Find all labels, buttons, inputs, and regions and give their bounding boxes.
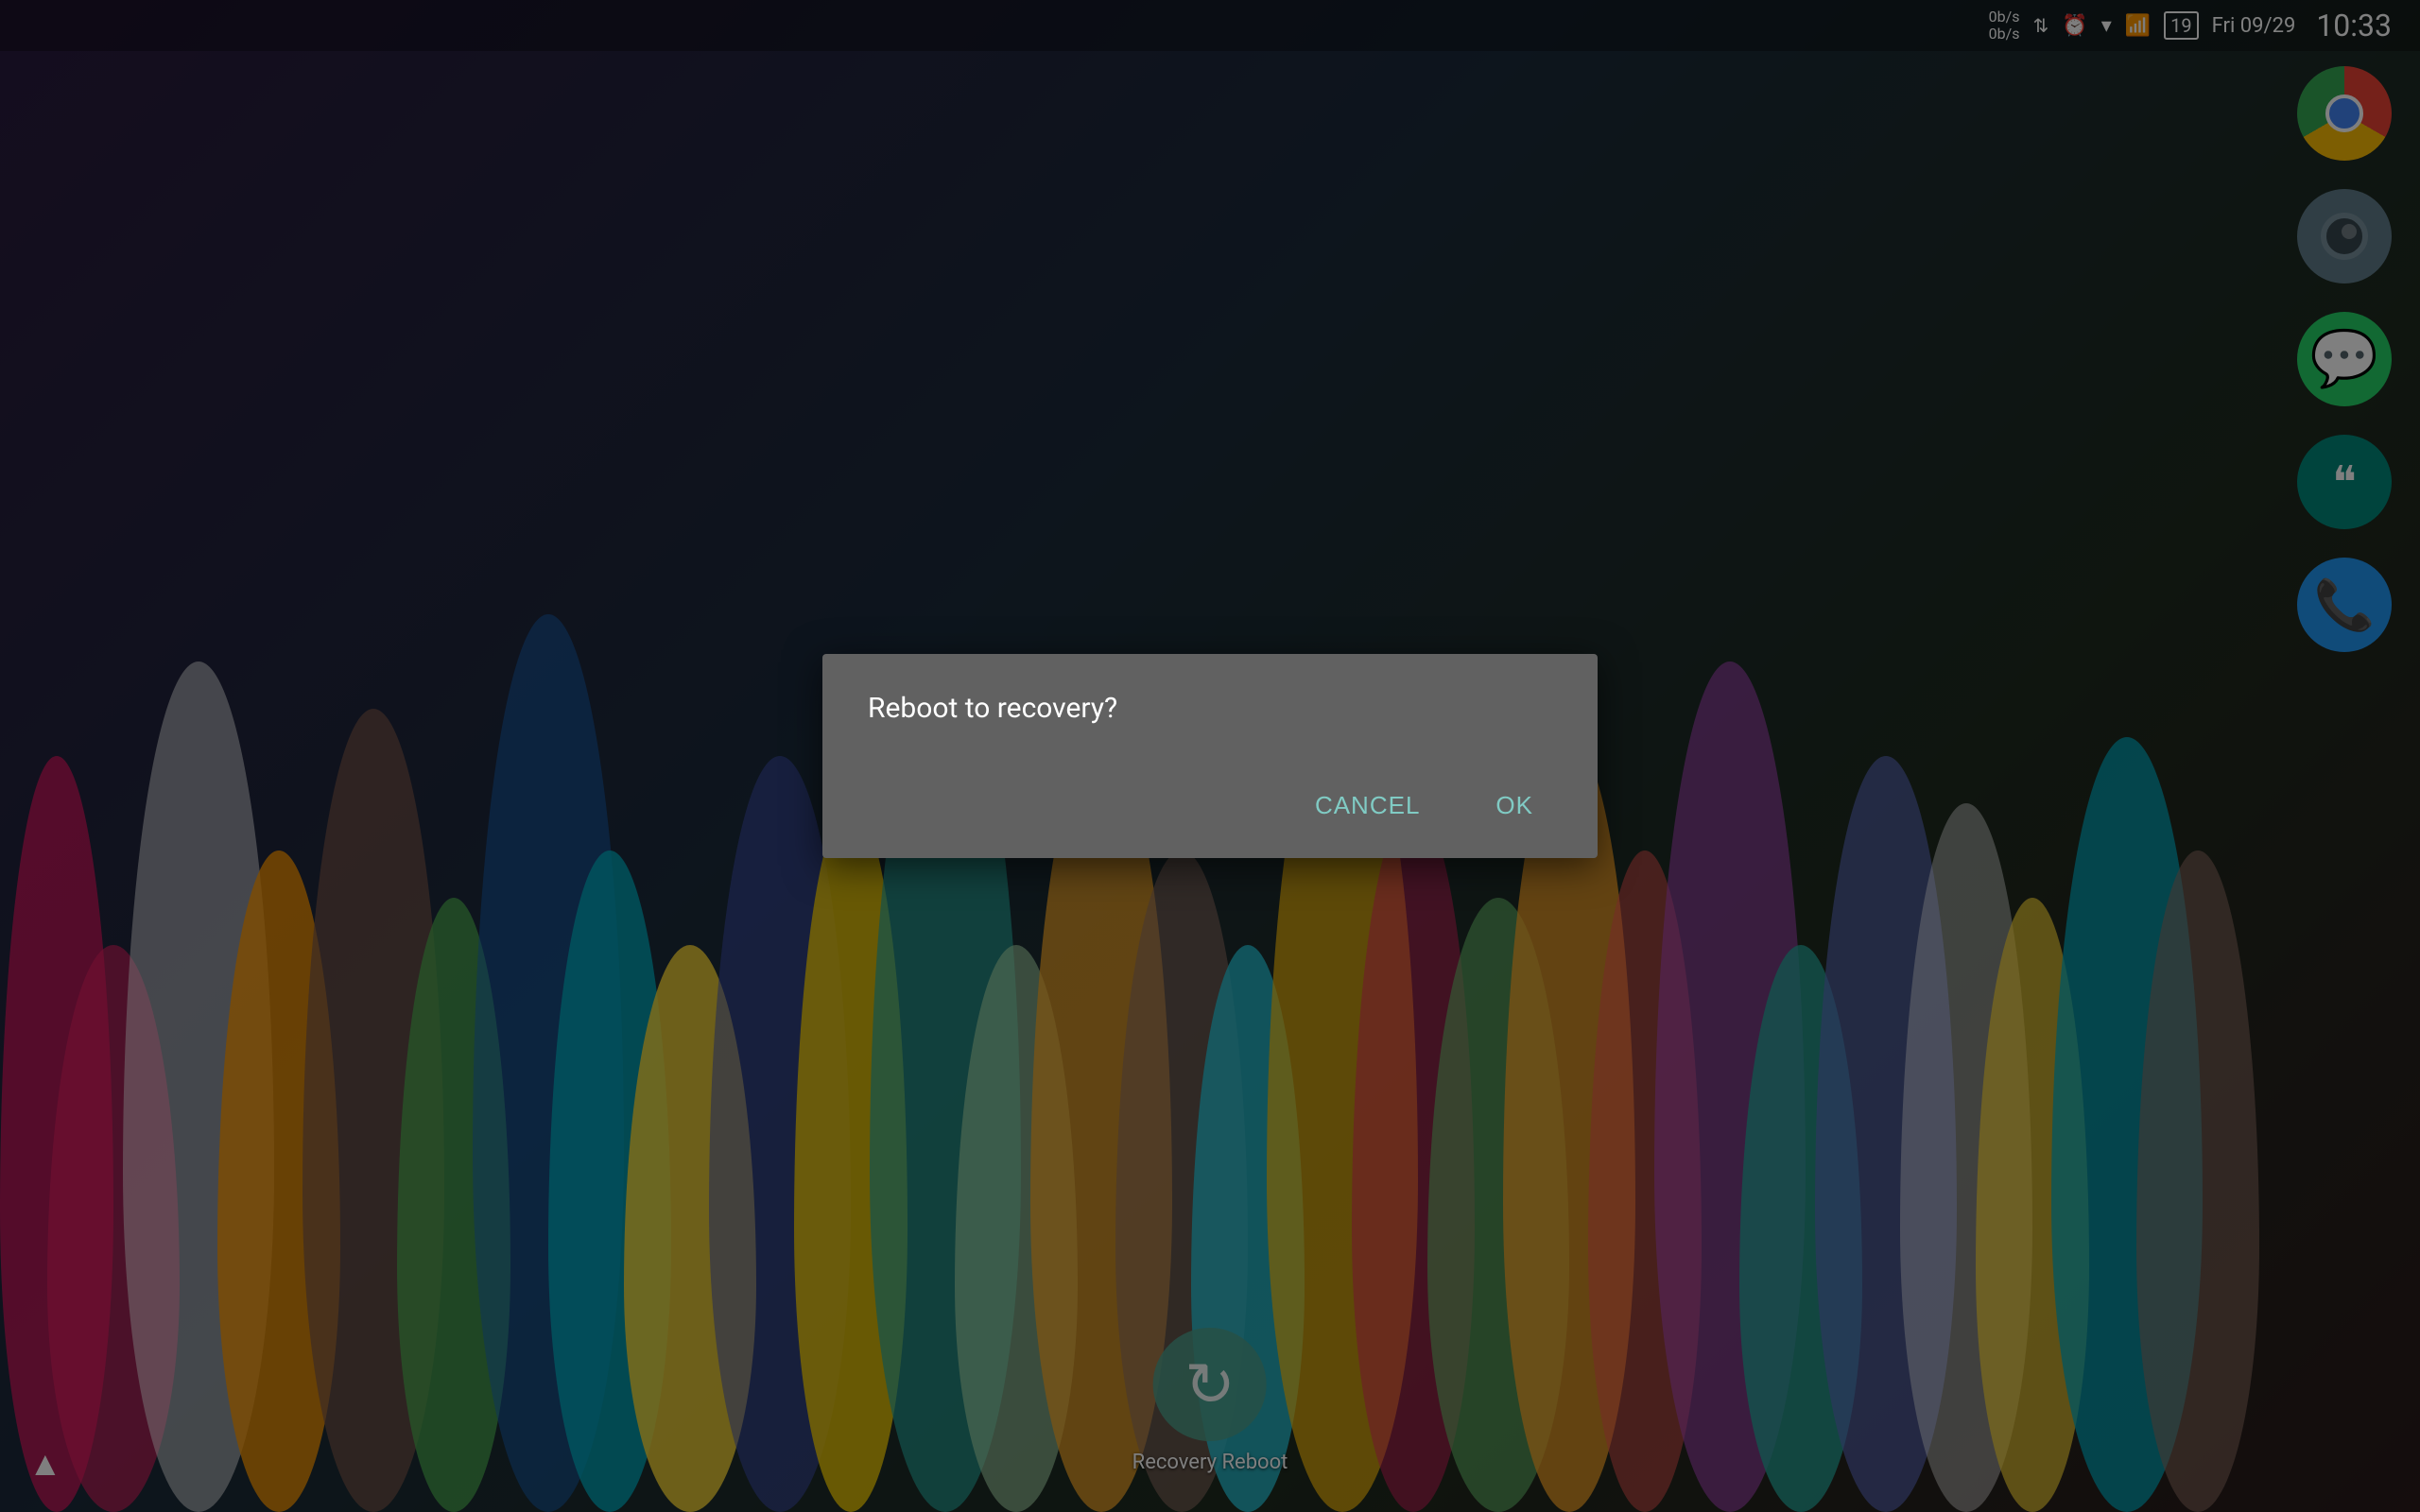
reboot-recovery-dialog: Reboot to recovery? CANCEL OK xyxy=(822,654,1598,858)
ok-button[interactable]: OK xyxy=(1477,782,1552,830)
dialog-message: Reboot to recovery? xyxy=(868,692,1552,725)
cancel-button[interactable]: CANCEL xyxy=(1296,782,1439,830)
dialog-buttons: CANCEL OK xyxy=(868,782,1552,830)
